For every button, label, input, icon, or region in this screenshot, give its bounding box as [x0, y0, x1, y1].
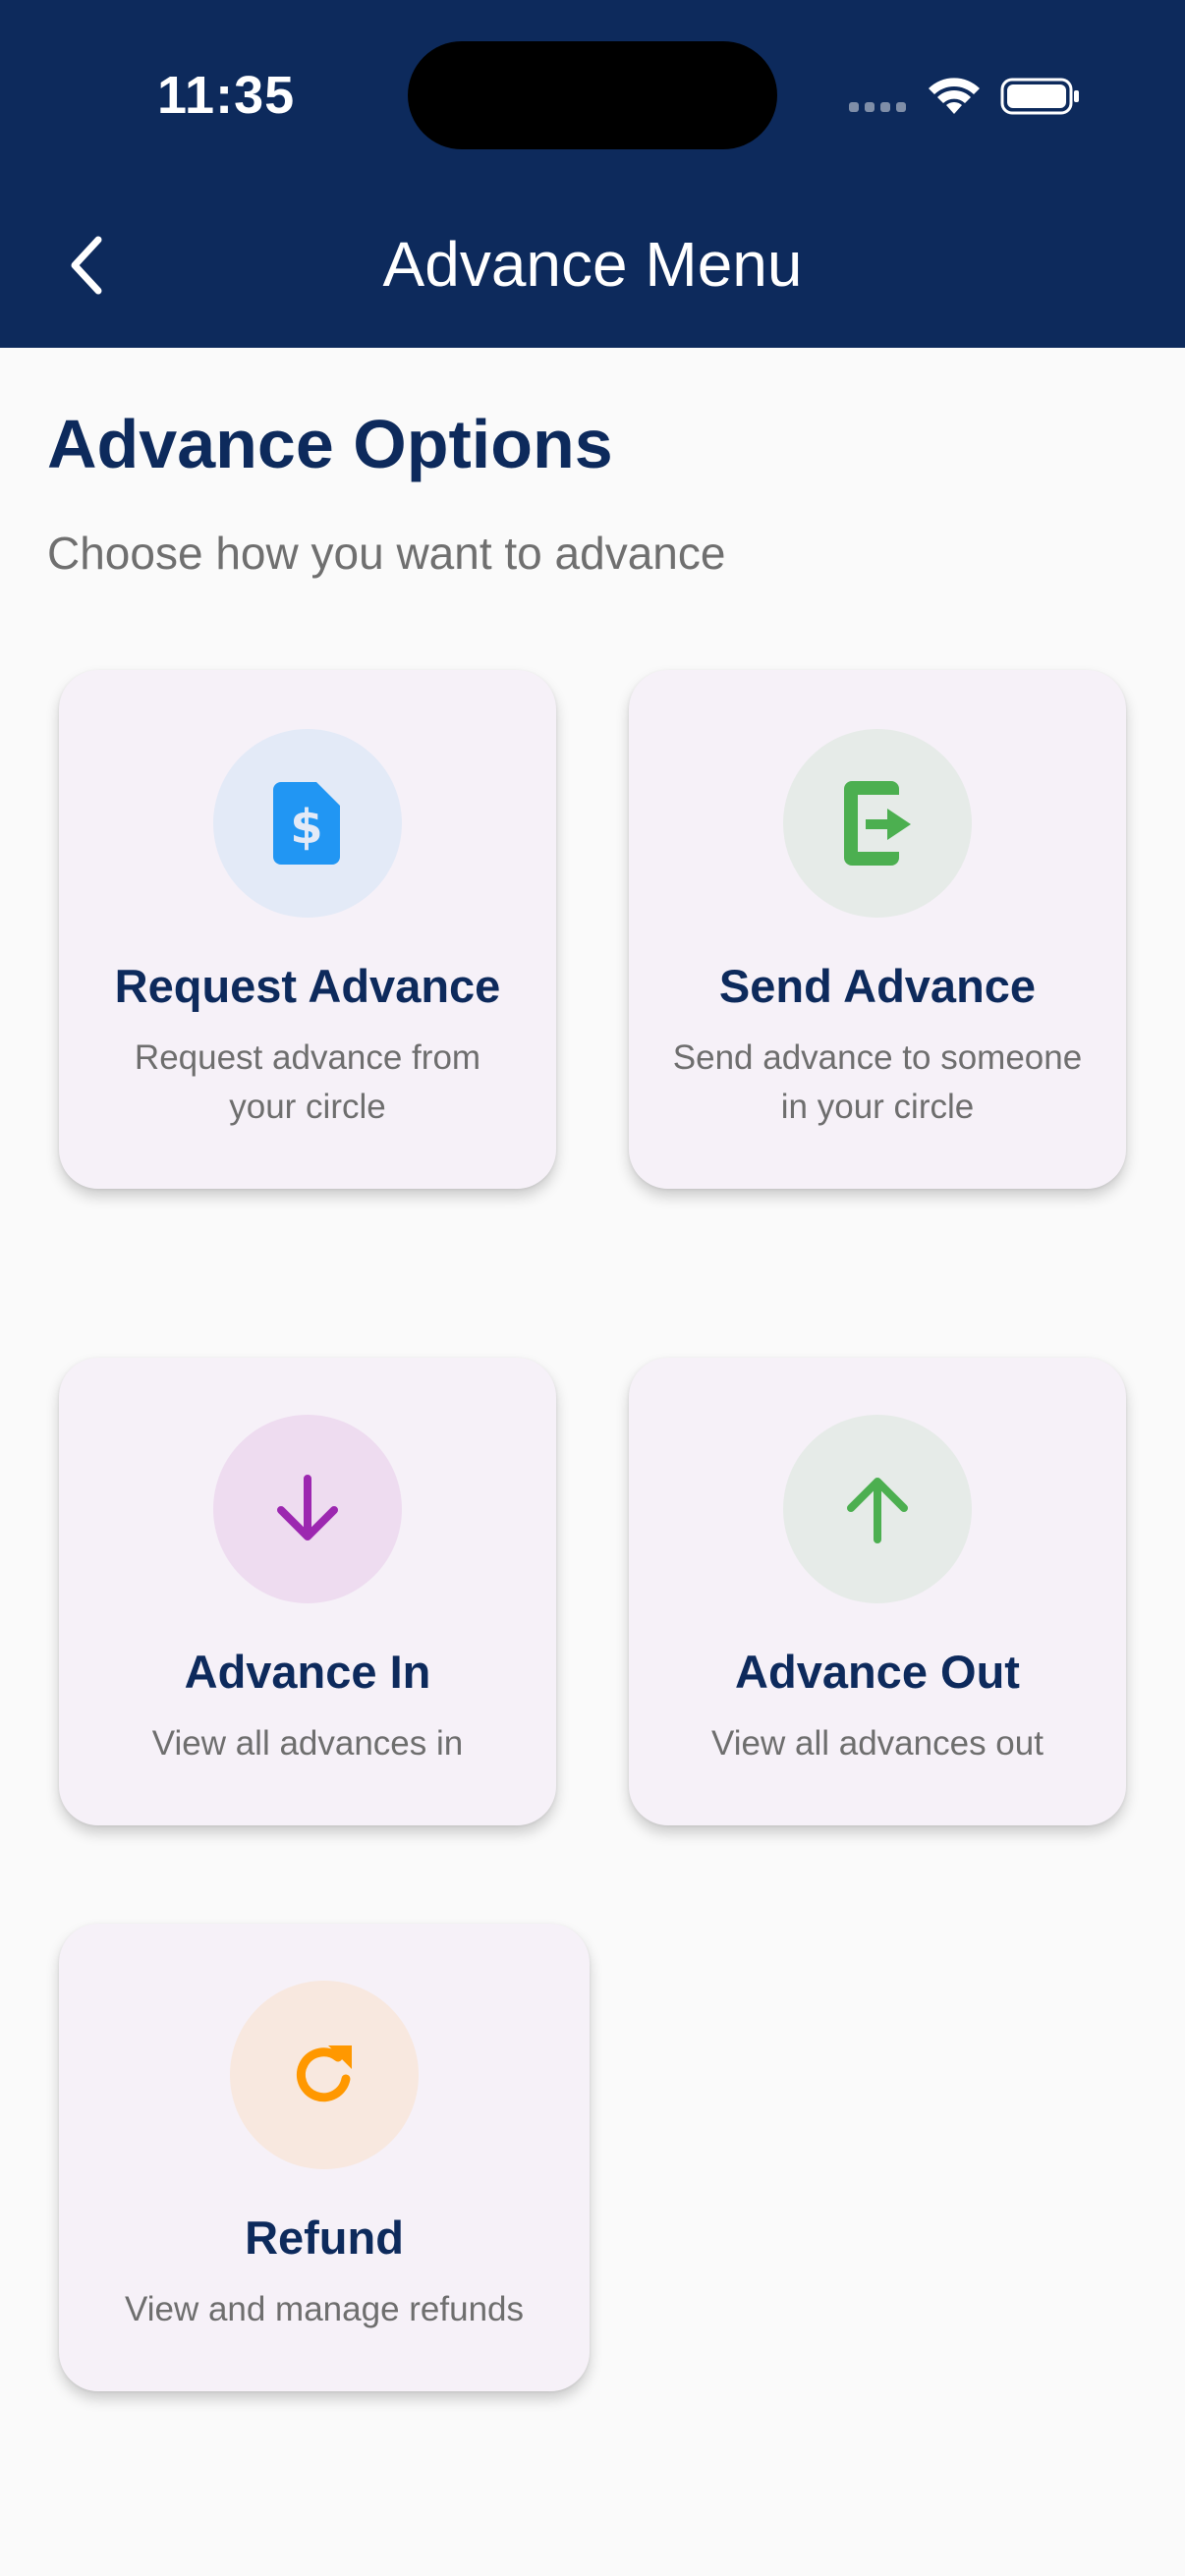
- request-advance-icon-circle: $: [213, 729, 402, 918]
- advance-in-card[interactable]: Advance In View all advances in: [59, 1358, 556, 1825]
- status-time: 11:35: [157, 66, 296, 125]
- card-description: View all advances in: [151, 1724, 464, 1763]
- card-description: Send advance to someone in your circle: [672, 1038, 1083, 1126]
- svg-text:$: $: [290, 800, 322, 855]
- battery-icon: [1000, 78, 1079, 115]
- app-header: 11:35 Advance Menu: [0, 0, 1185, 348]
- card-description: View and manage refunds: [124, 2290, 525, 2328]
- cellular-signal-icon: [849, 102, 908, 116]
- card-title: Request Advance: [114, 960, 501, 1012]
- dynamic-island: [408, 41, 777, 149]
- card-description: View all advances out: [711, 1724, 1044, 1763]
- refresh-icon: [296, 2045, 352, 2102]
- advance-out-icon-circle: [783, 1415, 972, 1603]
- card-title: Advance Out: [735, 1646, 1020, 1698]
- arrow-down-icon: [277, 1475, 338, 1540]
- refund-card[interactable]: Refund View and manage refunds: [59, 1924, 590, 2391]
- page-subtitle: Choose how you want to advance: [47, 528, 726, 579]
- page-title: Advance Options: [47, 406, 613, 482]
- card-description: Request advance from your circle: [134, 1038, 481, 1126]
- advance-in-icon-circle: [213, 1415, 402, 1603]
- send-advance-card[interactable]: Send Advance Send advance to someone in …: [629, 670, 1126, 1189]
- dollar-document-icon: $: [273, 782, 340, 865]
- card-title: Refund: [245, 2212, 404, 2264]
- card-title: Send Advance: [718, 960, 1037, 1012]
- header-title: Advance Menu: [382, 229, 803, 300]
- send-advance-icon-circle: [783, 729, 972, 918]
- wifi-icon: [929, 78, 980, 114]
- advance-out-card[interactable]: Advance Out View all advances out: [629, 1358, 1126, 1825]
- arrow-up-icon: [847, 1478, 908, 1543]
- card-title: Advance In: [184, 1646, 431, 1698]
- refund-icon-circle: [230, 1981, 419, 2169]
- request-advance-card[interactable]: $ Request Advance Request advance from y…: [59, 670, 556, 1189]
- phone-send-icon: [844, 781, 911, 866]
